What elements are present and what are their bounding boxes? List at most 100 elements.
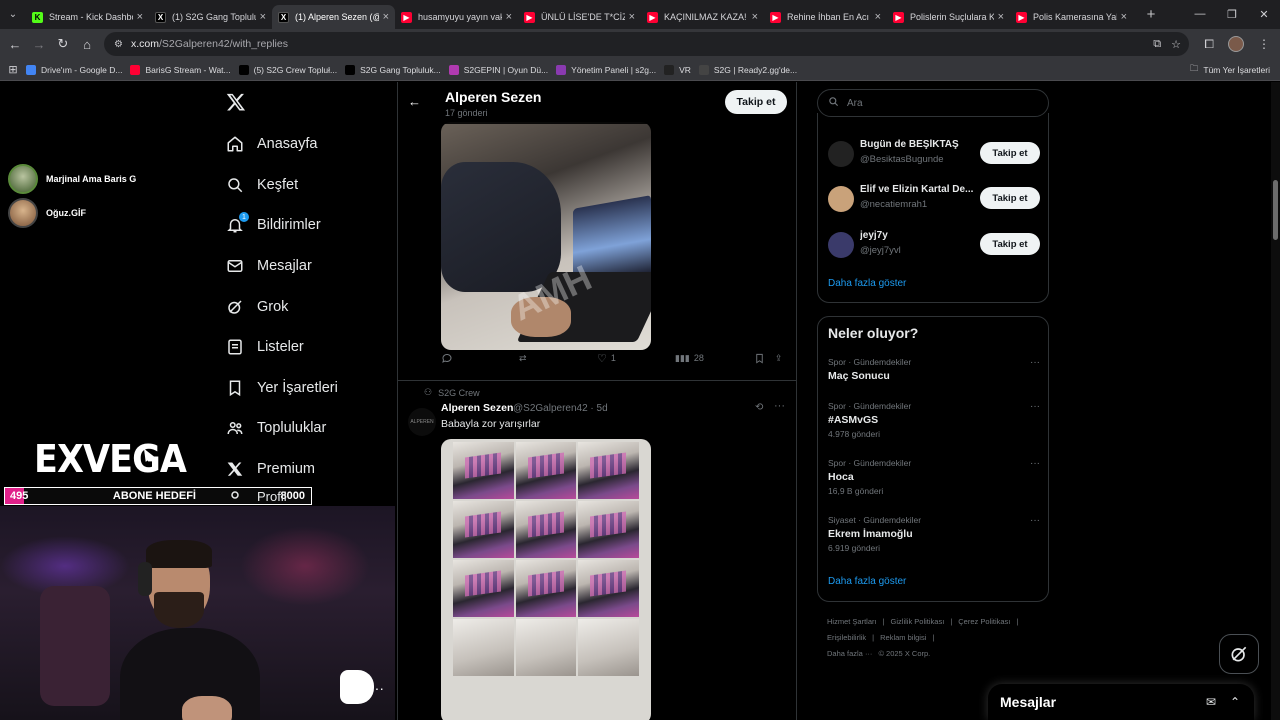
tweet-author-handle[interactable]: @S2Galperen42 · 5d (513, 403, 608, 414)
profile-avatar[interactable] (1228, 36, 1244, 52)
follow-button[interactable]: Takip et (725, 90, 787, 114)
follow-button[interactable]: Takip et (980, 142, 1040, 164)
site-info-icon[interactable]: ⚙ (114, 39, 123, 50)
browser-tab[interactable]: ▶ Polis Kamerasına Yak × (1010, 5, 1133, 29)
nav-item-messages[interactable]: Mesajlar (226, 246, 338, 287)
grok-icon[interactable]: ⟲ (755, 402, 763, 413)
close-tab-icon[interactable]: × (383, 11, 389, 23)
close-tab-icon[interactable]: × (506, 11, 512, 23)
back-arrow-icon[interactable]: ← (408, 94, 421, 109)
extensions-icon[interactable]: ⧠ (1204, 37, 1214, 52)
follow-suggestion[interactable]: jeyj7y @jeyj7yvl Takip et (828, 230, 1040, 264)
bookmark-item[interactable]: (5) S2G Crew Topluł... (238, 64, 345, 75)
trend-more-icon[interactable]: ··· (1030, 515, 1040, 526)
nav-item-bookmarks[interactable]: Yer İşaretleri (226, 368, 338, 409)
tweet-author-name[interactable]: Alperen Sezen (441, 402, 513, 414)
close-tab-icon[interactable]: × (752, 11, 758, 23)
follow-suggestion[interactable]: Bugün de BEŞİKTAŞ @BesiktasBugunde Takip… (828, 139, 1040, 173)
bookmark-item[interactable]: VR (664, 64, 699, 75)
close-tab-icon[interactable]: × (1121, 11, 1127, 23)
tweet-media-collage[interactable] (441, 439, 651, 720)
close-window-button[interactable]: ✕ (1248, 8, 1280, 21)
reload-icon[interactable]: ↻ (51, 36, 75, 52)
install-app-icon[interactable]: ⧉ (1153, 38, 1161, 51)
back-icon[interactable]: ← (3, 37, 27, 52)
more-options-icon[interactable]: ··· (774, 400, 785, 412)
avatar[interactable] (828, 232, 854, 258)
footer-link[interactable]: © 2025 X Corp. (878, 649, 930, 658)
url-input[interactable]: ⚙ x.com/S2Galperen42/with_replies ⧉ ☆ (104, 32, 1189, 56)
views-button[interactable]: ▮▮▮ 28 (675, 353, 704, 364)
bookmark-button[interactable] (754, 353, 765, 364)
close-tab-icon[interactable]: × (998, 11, 1004, 23)
nav-item-notifications[interactable]: 1 Bildirimler (226, 205, 338, 246)
footer-link[interactable]: Daha fazla ··· (827, 649, 872, 658)
new-message-icon[interactable]: ✉ (1206, 695, 1216, 709)
browser-tab[interactable]: X (1) Alperen Sezen (@ × (272, 5, 395, 29)
footer-link[interactable]: Çerez Politikası (958, 617, 1010, 626)
browser-tab[interactable]: ▶ Rehine İhban En Acı × (764, 5, 887, 29)
follow-suggestion[interactable]: Elif ve Elizin Kartal De... @necatiemrah… (828, 184, 1040, 218)
trends-show-more-link[interactable]: Daha fazla göster (828, 576, 906, 587)
bookmark-star-icon[interactable]: ☆ (1171, 38, 1181, 51)
community-label[interactable]: ⚇ S2G Crew (424, 387, 480, 398)
show-more-link[interactable]: Daha fazla göster (828, 278, 906, 289)
forward-icon[interactable]: → (27, 37, 51, 52)
minimize-button[interactable]: — (1184, 8, 1216, 21)
maximize-button[interactable]: ❐ (1216, 8, 1248, 21)
follow-button[interactable]: Takip et (980, 233, 1040, 255)
nav-item-explore[interactable]: Keşfet (226, 165, 338, 206)
browser-tab[interactable]: ▶ Polislerin Suçlulara K × (887, 5, 1010, 29)
follow-button[interactable]: Takip et (980, 187, 1040, 209)
avatar[interactable]: ALPEREN (408, 408, 436, 436)
trend-item[interactable]: Spor · Gündemdekiler Hoca 16,9 B gönderi… (828, 458, 1040, 496)
x-logo-icon[interactable] (226, 92, 246, 112)
reply-button[interactable] (441, 352, 457, 364)
footer-link[interactable]: Erişilebilirlik (827, 633, 866, 642)
nav-item-lists[interactable]: Listeler (226, 327, 338, 368)
share-button[interactable]: ⇪ (775, 353, 783, 364)
bookmark-item[interactable]: Drive'ım - Google D... (26, 64, 130, 75)
browser-tab[interactable]: X (1) S2G Gang Toplulu × (149, 5, 272, 29)
scrollbar-thumb[interactable] (1273, 180, 1278, 240)
close-tab-icon[interactable]: × (629, 11, 635, 23)
home-icon[interactable]: ⌂ (75, 37, 99, 52)
trend-item[interactable]: Siyaset · Gündemdekiler Ekrem İmamoğlu 6… (828, 515, 1040, 553)
expand-icon[interactable]: ⌃ (1230, 695, 1240, 709)
browser-tab[interactable]: K Stream - Kick Dashbo × (26, 5, 149, 29)
bookmark-item[interactable]: S2GEPIN | Oyun Dü... (448, 64, 556, 75)
footer-link[interactable]: Hizmet Şartları (827, 617, 877, 626)
tab-search-icon[interactable]: ⌄ (0, 0, 26, 29)
bookmark-item[interactable]: Yönetim Paneli | s2g... (556, 64, 664, 75)
close-tab-icon[interactable]: × (260, 11, 266, 23)
repost-button[interactable]: ⇄ (519, 353, 531, 364)
browser-tab[interactable]: ▶ husamyuyu yayın vak × (395, 5, 518, 29)
nav-item-premium[interactable]: Premium (226, 449, 338, 490)
new-tab-button[interactable]: + (1141, 6, 1161, 23)
trend-more-icon[interactable]: ··· (1030, 458, 1040, 469)
browser-tab[interactable]: ▶ ÜNLÜ LİSE'DE T*CİZ × (518, 5, 641, 29)
avatar[interactable] (828, 141, 854, 167)
messages-drawer[interactable]: Mesajlar ✉ ⌃ (988, 684, 1254, 720)
close-tab-icon[interactable]: × (137, 11, 143, 23)
avatar[interactable] (828, 186, 854, 212)
grok-floating-button[interactable] (1219, 634, 1259, 674)
bookmark-item[interactable]: S2G | Ready2.gg'de... (698, 64, 805, 75)
footer-link[interactable]: Reklam bilgisi (880, 633, 926, 642)
bookmark-item[interactable]: BarisG Stream - Wat... (130, 64, 238, 75)
nav-item-profile[interactable]: Profil (226, 489, 338, 503)
nav-item-home[interactable]: Anasayfa (226, 124, 338, 165)
apps-grid-icon[interactable]: ⊞ (0, 63, 26, 76)
all-bookmarks[interactable]: 🗀 Tüm Yer İşaretleri (1190, 63, 1280, 77)
trend-more-icon[interactable]: ··· (1030, 401, 1040, 412)
close-tab-icon[interactable]: × (875, 11, 881, 23)
like-button[interactable]: ♡ 1 (597, 352, 616, 365)
footer-link[interactable]: Gizlilik Politikası (891, 617, 945, 626)
trend-more-icon[interactable]: ··· (1030, 357, 1040, 368)
browser-tab[interactable]: ▶ KAÇINILMAZ KAZA! × (641, 5, 764, 29)
trend-item[interactable]: Spor · Gündemdekiler Maç Sonucu ··· (828, 357, 1040, 382)
tweet-media-image[interactable]: AMH (441, 122, 651, 350)
more-dots-icon[interactable]: ··· (370, 680, 384, 696)
nav-item-communities[interactable]: Topluluklar (226, 408, 338, 449)
trend-item[interactable]: Spor · Gündemdekiler #ASMvGS 4.978 gönde… (828, 401, 1040, 439)
